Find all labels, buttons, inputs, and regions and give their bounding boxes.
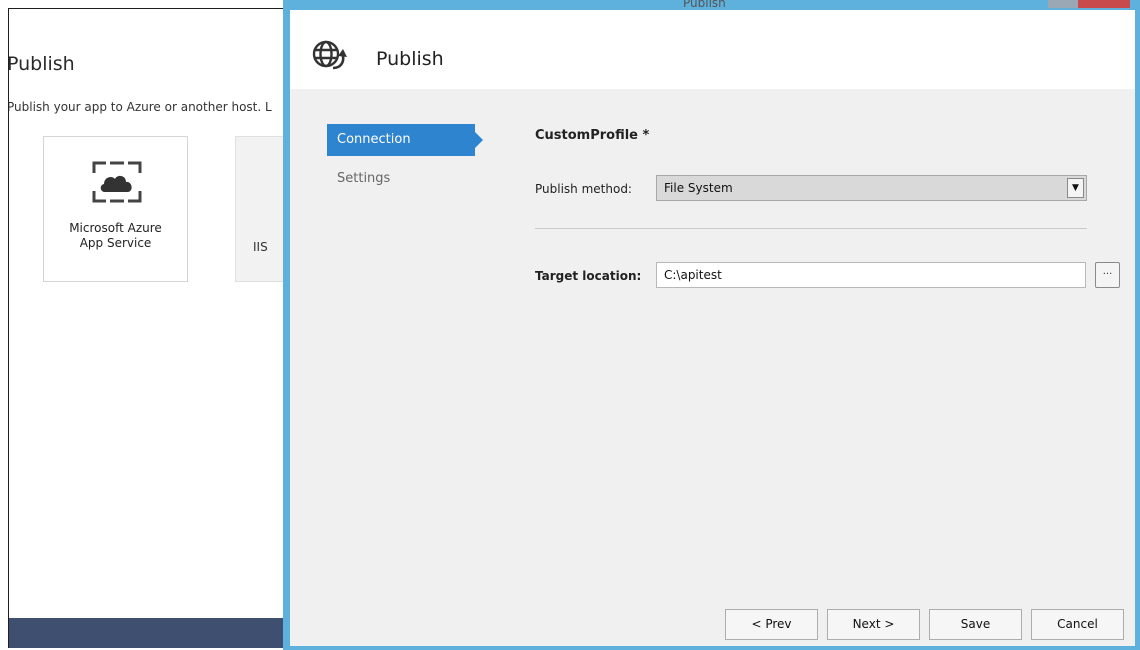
background-page-title: Publish	[8, 53, 75, 75]
iis-tile-label: IIS	[253, 240, 268, 254]
save-button[interactable]: Save	[929, 609, 1022, 640]
publish-method-label: Publish method:	[535, 182, 632, 196]
profile-name: CustomProfile *	[535, 128, 650, 143]
target-location-input[interactable]	[656, 262, 1086, 288]
cancel-button[interactable]: Cancel	[1031, 609, 1124, 640]
target-location-label: Target location:	[535, 269, 642, 283]
background-publish-window: Publish Publish your app to Azure or ano…	[8, 8, 290, 648]
dialog-header: Publish	[290, 10, 1135, 89]
section-divider	[535, 228, 1087, 229]
globe-icon	[312, 40, 347, 70]
azure-app-service-tile[interactable]: Microsoft Azure App Service	[43, 136, 188, 282]
azure-cloud-icon	[92, 161, 142, 203]
dialog-window-title: Publish	[683, 0, 726, 10]
background-footer-bar	[9, 618, 290, 648]
iis-tile[interactable]: IIS	[235, 136, 290, 282]
background-page-subtitle: Publish your app to Azure or another hos…	[8, 100, 272, 114]
dialog-content: Publish Connection Settings CustomProfil…	[290, 10, 1135, 646]
publish-method-value: File System	[664, 181, 733, 195]
nav-connection[interactable]: Connection	[327, 124, 483, 156]
publish-method-select[interactable]: File System ▼	[656, 175, 1087, 201]
dialog-title: Publish	[376, 48, 444, 70]
browse-button[interactable]: ...	[1095, 262, 1120, 288]
dropdown-arrow-icon[interactable]: ▼	[1067, 178, 1084, 198]
publish-dialog: Publish Publish Connection Settings Cust…	[283, 0, 1140, 650]
nav-settings[interactable]: Settings	[327, 163, 407, 195]
minimize-button[interactable]	[1048, 0, 1078, 8]
prev-button[interactable]: < Prev	[725, 609, 818, 640]
azure-tile-label: Microsoft Azure App Service	[69, 221, 162, 250]
next-button[interactable]: Next >	[827, 609, 920, 640]
close-button[interactable]	[1078, 0, 1130, 8]
